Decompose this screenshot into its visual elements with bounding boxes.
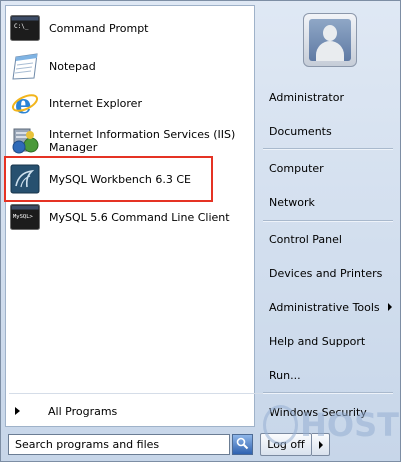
program-label-line1: Internet Information Services (IIS) xyxy=(49,128,236,141)
notepad-icon xyxy=(9,50,41,82)
menu-item-label: Help and Support xyxy=(269,334,366,348)
program-label: Internet Explorer xyxy=(49,96,142,110)
search-icon xyxy=(236,437,249,453)
svg-text:MySQL>: MySQL> xyxy=(13,214,34,220)
divider xyxy=(263,148,393,149)
search-placeholder: Search programs and files xyxy=(15,438,160,451)
menu-item-label: Computer xyxy=(269,161,324,175)
menu-item-label: Run... xyxy=(269,368,301,382)
command-prompt-icon: C:\_ xyxy=(9,12,41,44)
program-label: Notepad xyxy=(49,59,96,73)
divider xyxy=(9,393,392,394)
menu-item-administrator[interactable]: Administrator xyxy=(263,85,397,109)
menu-item-label: Windows Security xyxy=(269,405,367,419)
all-programs-label: All Programs xyxy=(48,404,118,418)
chevron-right-icon xyxy=(318,440,323,449)
chevron-right-icon xyxy=(15,407,20,415)
menu-item-label: Administrative Tools xyxy=(269,300,380,314)
program-label: Internet Information Services (IIS) Mana… xyxy=(49,128,235,154)
avatar-head xyxy=(323,25,337,41)
program-iis-manager[interactable]: Internet Information Services (IIS) Mana… xyxy=(5,123,245,159)
search-input[interactable]: Search programs and files xyxy=(8,434,230,455)
menu-item-label: Control Panel xyxy=(269,232,342,246)
highlight-box xyxy=(4,156,213,202)
program-notepad[interactable]: Notepad xyxy=(5,48,245,84)
divider xyxy=(263,220,393,221)
menu-item-label: Documents xyxy=(269,124,332,138)
program-label-line2: Manager xyxy=(49,141,98,154)
avatar-body xyxy=(316,41,344,61)
program-mysql-cli[interactable]: MySQL> MySQL 5.6 Command Line Client xyxy=(5,199,245,235)
iis-manager-icon xyxy=(9,125,41,157)
svg-text:C:\_: C:\_ xyxy=(14,23,29,30)
log-off-button[interactable]: Log off xyxy=(260,433,312,456)
program-label: Command Prompt xyxy=(49,21,149,35)
program-label: MySQL 5.6 Command Line Client xyxy=(49,210,230,224)
menu-item-run[interactable]: Run... xyxy=(263,363,397,387)
user-avatar-icon xyxy=(309,19,351,61)
log-off-label: Log off xyxy=(267,438,305,451)
program-command-prompt[interactable]: C:\_ Command Prompt xyxy=(5,10,245,46)
menu-item-windows-security[interactable]: Windows Security xyxy=(263,400,397,424)
menu-item-label: Administrator xyxy=(269,90,344,104)
shutdown-options-button[interactable] xyxy=(312,433,330,456)
program-internet-explorer[interactable]: e Internet Explorer xyxy=(5,85,245,121)
divider xyxy=(263,392,393,393)
menu-item-devices-printers[interactable]: Devices and Printers xyxy=(263,261,397,285)
svg-text:e: e xyxy=(15,90,32,118)
user-avatar[interactable] xyxy=(303,13,357,67)
start-menu: C:\_ Command Prompt Notepad e Internet E… xyxy=(0,0,401,462)
all-programs-button[interactable]: All Programs xyxy=(5,399,245,423)
search-button[interactable] xyxy=(232,434,253,455)
menu-item-control-panel[interactable]: Control Panel xyxy=(263,227,397,251)
menu-item-help-support[interactable]: Help and Support xyxy=(263,329,397,353)
menu-item-label: Devices and Printers xyxy=(269,266,383,280)
menu-item-computer[interactable]: Computer xyxy=(263,156,397,180)
menu-item-network[interactable]: Network xyxy=(263,190,397,214)
menu-item-label: Network xyxy=(269,195,315,209)
mysql-cli-icon: MySQL> xyxy=(9,201,41,233)
menu-item-administrative-tools[interactable]: Administrative Tools xyxy=(263,295,397,319)
chevron-right-icon xyxy=(387,303,392,311)
internet-explorer-icon: e xyxy=(9,87,41,119)
menu-item-documents[interactable]: Documents xyxy=(263,119,397,143)
